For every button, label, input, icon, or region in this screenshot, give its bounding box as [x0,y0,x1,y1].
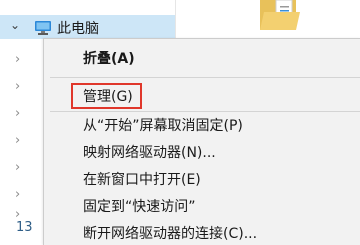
chevron-right-icon[interactable]: › [15,134,20,147]
highlight-annotation [71,83,142,109]
computer-icon [35,21,51,35]
chevron-right-icon[interactable]: › [15,107,20,120]
menu-item-collapse[interactable]: 折叠(A) [83,49,135,69]
menu-item-unpin-start[interactable]: 从“开始”屏幕取消固定(P) [83,116,243,136]
chevron-right-icon[interactable]: › [15,80,20,93]
menu-item-disconnect-network-drive[interactable]: 断开网络驱动器的连接(C)... [83,224,257,244]
chevron-right-icon[interactable]: › [15,53,20,66]
nav-item-this-pc[interactable]: ⌄ 此电脑 [0,15,175,39]
chevron-right-icon[interactable]: › [15,188,20,201]
context-menu: 折叠(A) 管理(G) 从“开始”屏幕取消固定(P) 映射网络驱动器(N)...… [43,38,360,245]
chevron-right-icon[interactable]: › [15,161,20,174]
folder-icon[interactable] [256,0,304,40]
menu-separator [50,77,360,78]
nav-item-label: 此电脑 [57,21,99,37]
menu-item-pin-quick-access[interactable]: 固定到“快速访问” [83,197,196,217]
menu-item-map-network-drive[interactable]: 映射网络驱动器(N)... [83,143,216,163]
menu-separator [50,111,360,112]
item-count: 13 [16,220,33,235]
chevron-down-icon[interactable]: ⌄ [10,19,20,31]
menu-item-open-new-window[interactable]: 在新窗口中打开(E) [83,170,201,190]
